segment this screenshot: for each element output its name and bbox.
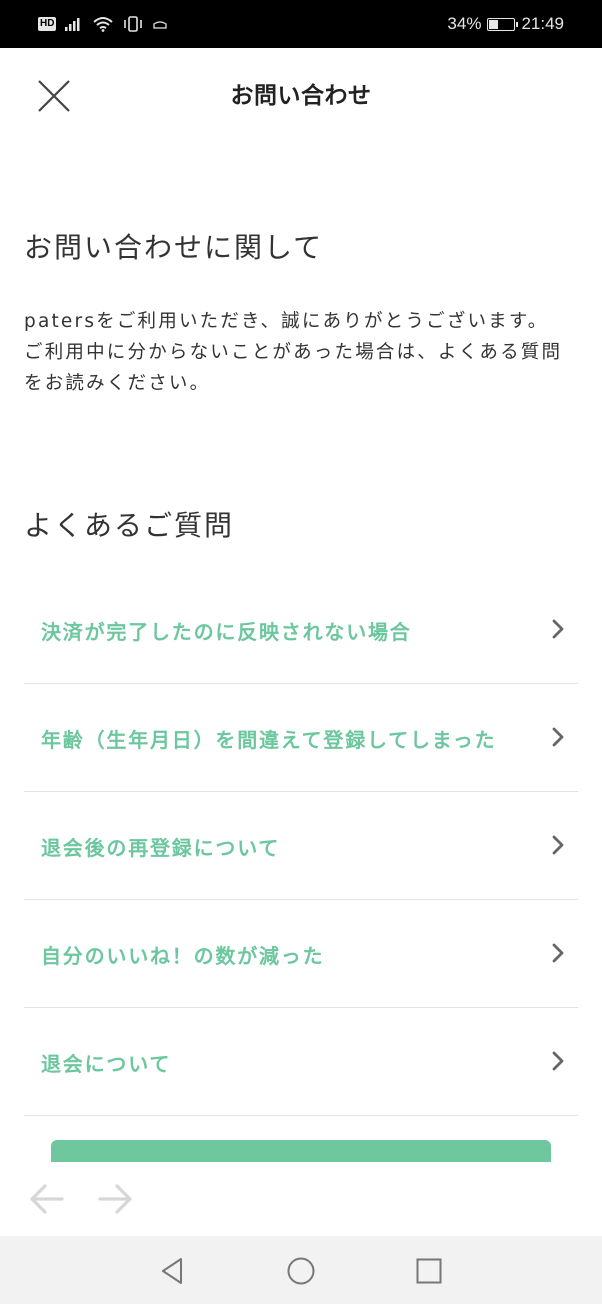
vibrate-icon	[124, 16, 143, 32]
clock: 21:49	[521, 14, 564, 33]
faq-section-title: よくあるご質問	[24, 509, 235, 542]
square-recent-icon[interactable]	[414, 1256, 444, 1286]
faq-item-label: 退会後の再登録について	[41, 836, 281, 860]
chevron-right-icon	[552, 727, 564, 747]
system-nav-bar	[0, 1236, 602, 1304]
faq-item-payment-not-reflected[interactable]: 決済が完了したのに反映されない場合	[24, 576, 578, 684]
screen: HD 34% 21:49 お問い合わせ お問い合わせに関して patersをご利…	[0, 0, 602, 1304]
battery-fill	[489, 19, 499, 29]
intro-text: patersをご利用いただき、誠にありがとうございます。 ご利用中に分からないこ…	[24, 306, 580, 399]
faq-item-reregister[interactable]: 退会後の再登録について	[24, 792, 578, 900]
faq-item-likes-decreased[interactable]: 自分のいいね！の数が減った	[24, 900, 578, 1008]
circle-home-icon[interactable]	[286, 1256, 316, 1286]
browser-nav	[28, 1180, 134, 1218]
arrow-left-icon[interactable]	[28, 1180, 66, 1218]
battery-percent: 34%	[447, 14, 482, 33]
intro-paragraph-1: patersをご利用いただき、誠にありがとうございます。	[24, 311, 549, 332]
page-title: お問い合わせ	[230, 83, 372, 109]
faq-item-label: 年齢（生年月日）を間違えて登録してしまった	[41, 728, 497, 752]
faq-list: 決済が完了したのに反映されない場合 年齢（生年月日）を間違えて登録してしまった …	[24, 576, 578, 1116]
status-bar: HD 34% 21:49	[0, 0, 602, 48]
faq-item-wrong-birthdate[interactable]: 年齢（生年月日）を間違えて登録してしまった	[24, 684, 578, 792]
contact-button[interactable]	[51, 1140, 551, 1164]
faq-item-label: 退会について	[41, 1052, 172, 1076]
header: お問い合わせ	[0, 48, 602, 138]
chevron-right-icon	[552, 943, 564, 963]
triangle-back-icon[interactable]	[158, 1256, 188, 1286]
status-left: HD	[38, 12, 168, 36]
wifi-icon	[93, 17, 114, 32]
signal-icon	[65, 18, 80, 31]
arrow-right-icon[interactable]	[96, 1180, 134, 1218]
status-right: 34% 21:49	[447, 12, 564, 36]
notification-icon	[153, 21, 168, 29]
hd-badge: HD	[38, 17, 57, 31]
faq-item-withdrawal[interactable]: 退会について	[24, 1008, 578, 1116]
chevron-right-icon	[552, 1051, 564, 1071]
faq-item-label: 決済が完了したのに反映されない場合	[41, 620, 412, 644]
battery-icon	[487, 17, 519, 31]
faq-item-label: 自分のいいね！の数が減った	[41, 944, 325, 968]
intro-paragraph-2: ご利用中に分からないことがあった場合は、よくある質問をお読みください。	[24, 342, 563, 394]
about-section-title: お問い合わせに関して	[24, 231, 324, 264]
chevron-right-icon	[552, 835, 564, 855]
chevron-right-icon	[552, 619, 564, 639]
